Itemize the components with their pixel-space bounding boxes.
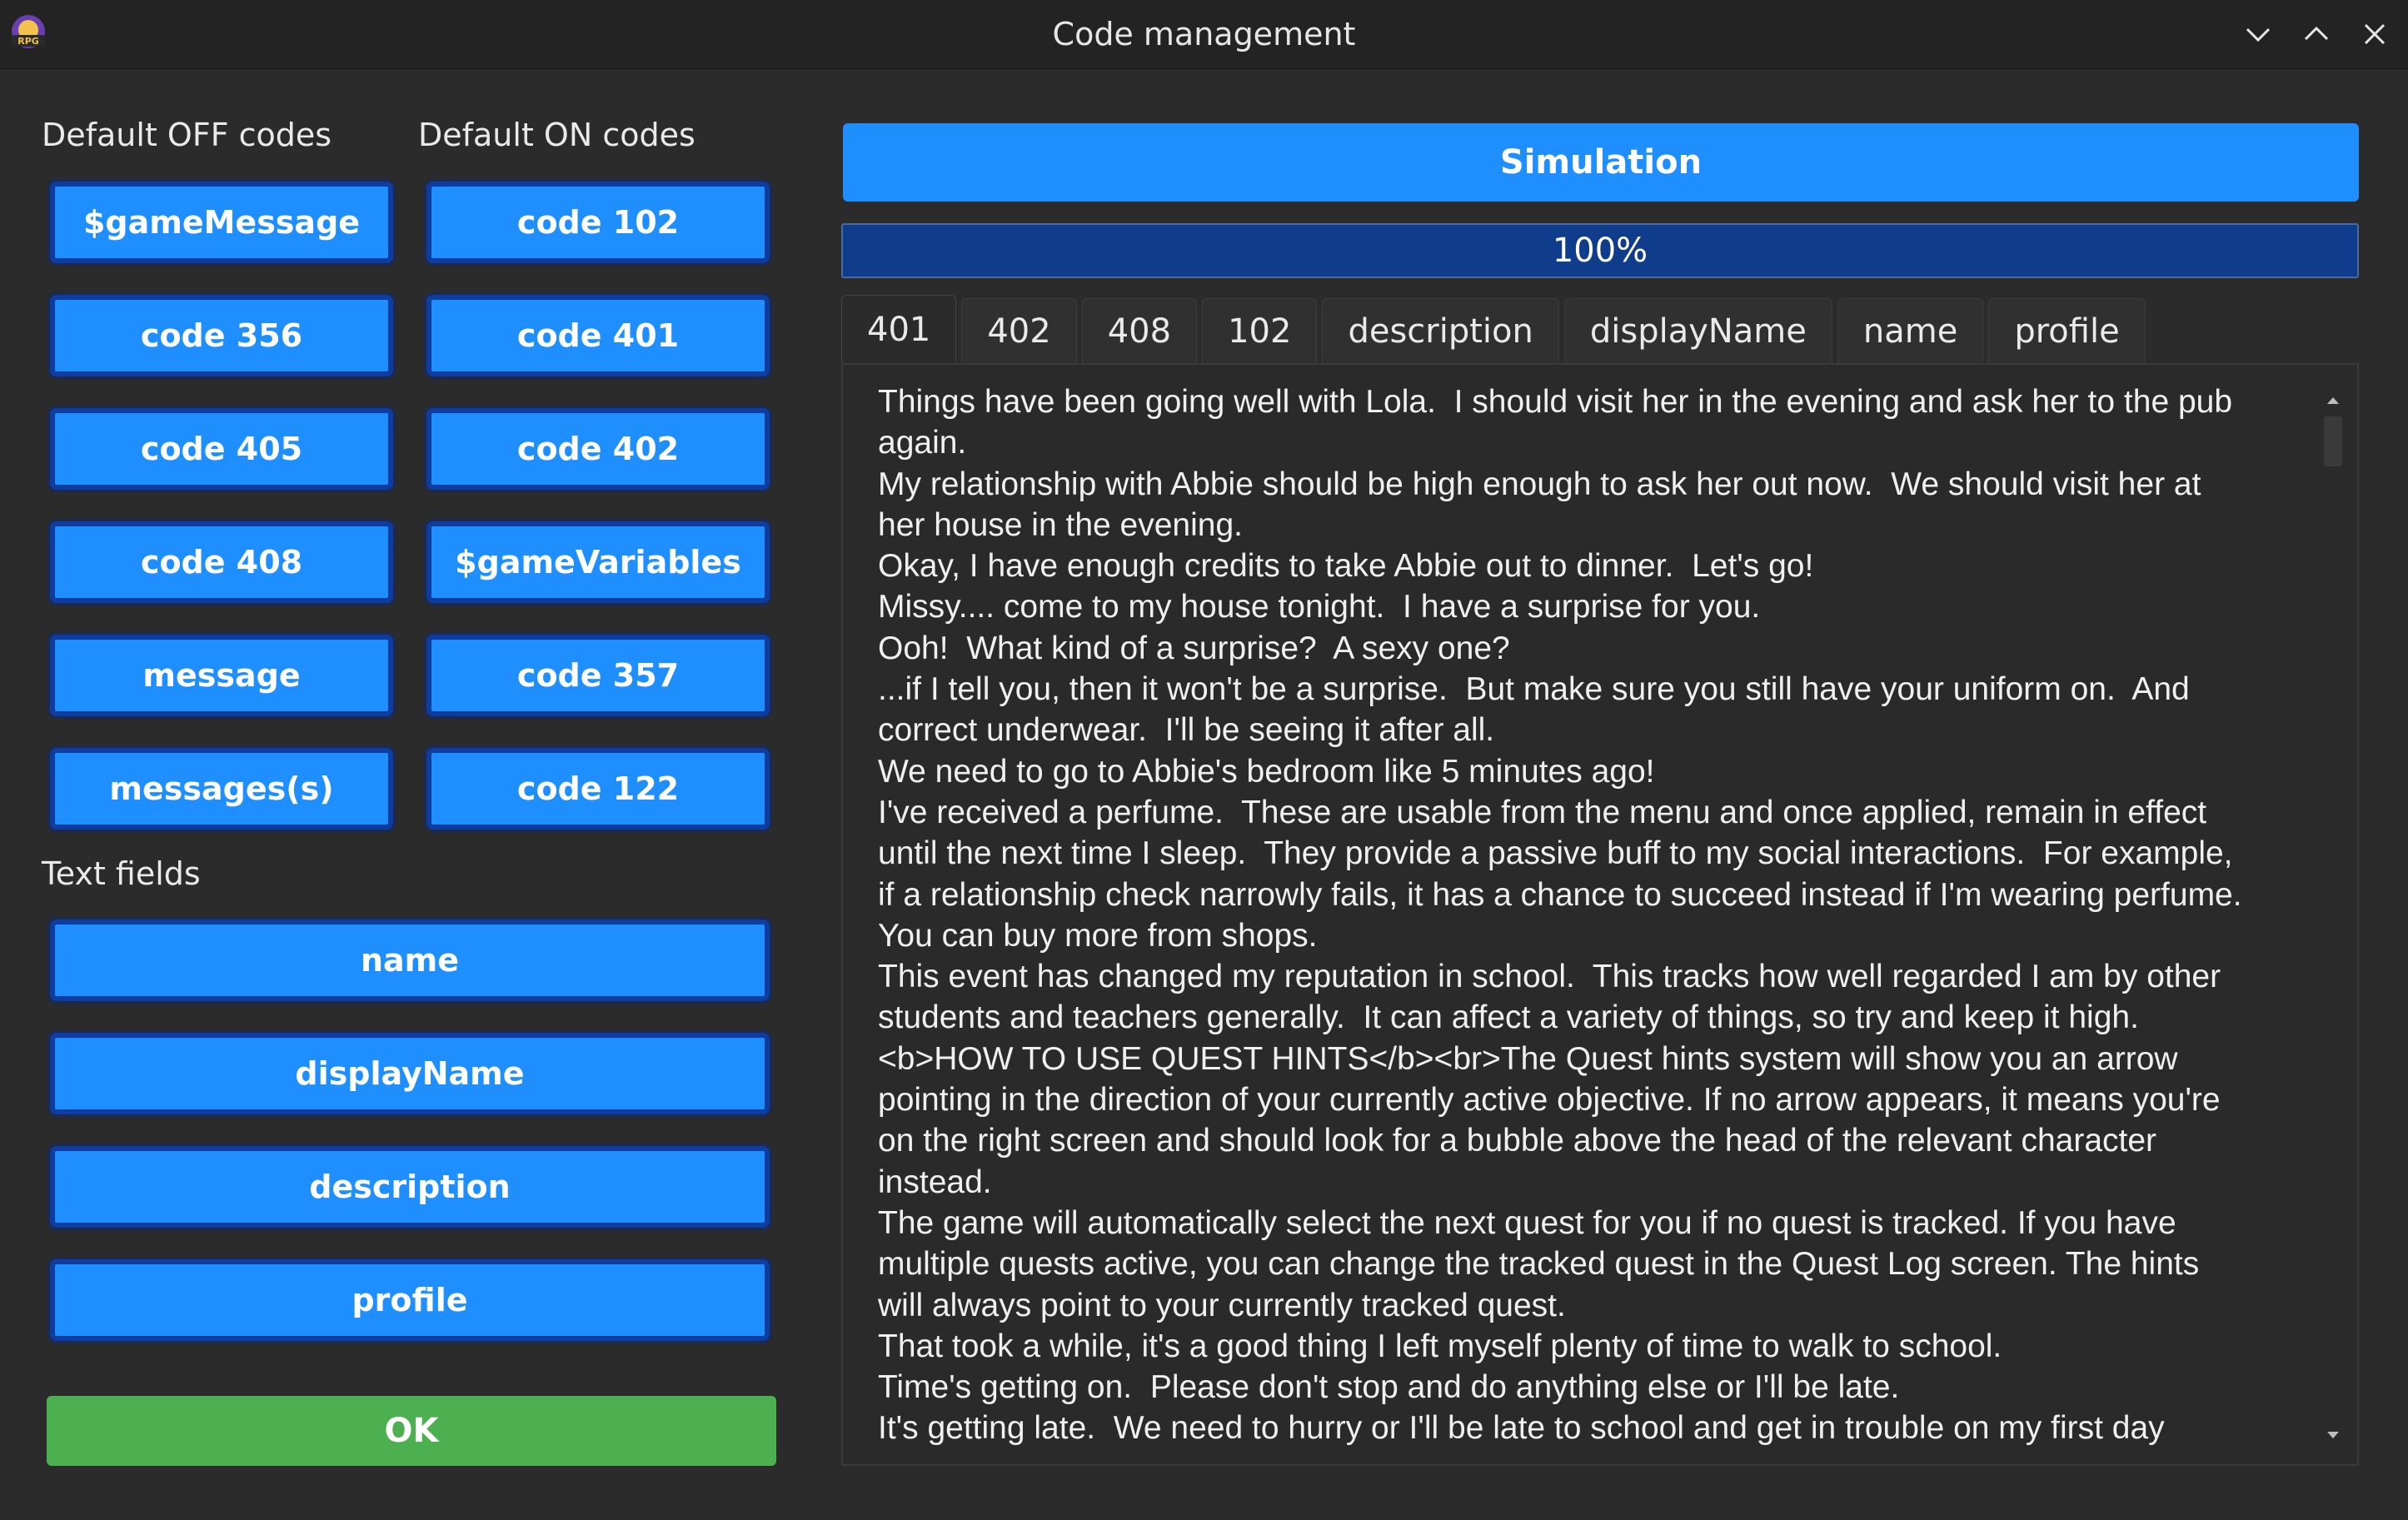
text-output: Things have been going well with Lola. I… bbox=[878, 381, 2294, 1449]
minimize-button[interactable] bbox=[2241, 17, 2276, 52]
tab-408[interactable]: 408 bbox=[1081, 298, 1198, 363]
text-line: correct underwear. I'll be seeing it aft… bbox=[878, 712, 1495, 749]
on-code-button[interactable]: $gameVariables bbox=[426, 521, 770, 603]
on-code-button[interactable]: code 357 bbox=[426, 635, 770, 716]
text-line: I've received a perfume. These are usabl… bbox=[878, 794, 2207, 830]
text-line: multiple quests active, you can change t… bbox=[878, 1246, 2200, 1283]
text-fields-label: Text fields bbox=[42, 855, 201, 892]
text-line: ...if I tell you, then it won't be a sur… bbox=[878, 671, 2190, 708]
text-line: instead. bbox=[878, 1164, 992, 1200]
off-code-button[interactable]: code 356 bbox=[50, 295, 393, 376]
off-code-button[interactable]: messages(s) bbox=[50, 748, 393, 830]
on-code-button[interactable]: code 122 bbox=[426, 748, 770, 830]
simulation-button[interactable]: Simulation bbox=[843, 123, 2359, 202]
text-field-button-profile[interactable]: profile bbox=[50, 1259, 770, 1341]
text-line: Ooh! What kind of a surprise? A sexy one… bbox=[878, 630, 1510, 666]
on-codes-label: Default ON codes bbox=[418, 117, 695, 153]
text-line: The game will automatically select the n… bbox=[878, 1204, 2176, 1241]
progress-text: 100% bbox=[1552, 232, 1648, 270]
text-line: Things have been going well with Lola. I… bbox=[878, 384, 2233, 420]
tab-bar: 401 402 408 102 description displayName name pr… bbox=[841, 295, 2146, 363]
off-code-button[interactable]: code 408 bbox=[50, 521, 393, 603]
text-line: This event has changed my reputation in … bbox=[878, 959, 2221, 995]
text-line: students and teachers generally. It can … bbox=[878, 999, 2139, 1036]
close-icon bbox=[2364, 23, 2386, 45]
off-code-button[interactable]: $gameMessage bbox=[50, 182, 393, 263]
text-field-button-name[interactable]: name bbox=[50, 919, 770, 1001]
scroll-up-button[interactable] bbox=[2321, 388, 2346, 413]
text-line: will always point to your currently trac… bbox=[878, 1287, 1566, 1323]
scroll-thumb[interactable] bbox=[2324, 416, 2342, 466]
off-code-button[interactable]: message bbox=[50, 635, 393, 716]
tab-displayname[interactable]: displayName bbox=[1563, 298, 1832, 363]
chevron-down-icon bbox=[2246, 27, 2271, 42]
tab-name[interactable]: name bbox=[1837, 298, 1984, 363]
text-line: until the next time I sleep. They provid… bbox=[878, 835, 2233, 872]
maximize-button[interactable] bbox=[2299, 17, 2334, 52]
ok-button[interactable]: OK bbox=[47, 1396, 776, 1466]
text-field-button-description[interactable]: description bbox=[50, 1146, 770, 1228]
off-code-button[interactable]: code 405 bbox=[50, 408, 393, 490]
text-output-panel[interactable]: Things have been going well with Lola. I… bbox=[841, 363, 2359, 1466]
window-title: Code management bbox=[1052, 16, 1356, 52]
on-code-button[interactable]: code 402 bbox=[426, 408, 770, 490]
text-line: <b>HOW TO USE QUEST HINTS</b><br>The Que… bbox=[878, 1040, 2178, 1077]
tab-102[interactable]: 102 bbox=[1202, 298, 1318, 363]
tab-description[interactable]: description bbox=[1322, 298, 1559, 363]
scroll-track[interactable] bbox=[2324, 416, 2342, 1416]
title-bar: RPG Code management bbox=[0, 0, 2408, 69]
text-line: if a relationship check narrowly fails, … bbox=[878, 876, 2242, 913]
on-code-button[interactable]: code 102 bbox=[426, 182, 770, 263]
text-line: pointing in the direction of your curren… bbox=[878, 1082, 2221, 1119]
chevron-up-icon bbox=[2304, 26, 2329, 41]
progress-bar: 100% bbox=[841, 223, 2359, 278]
text-line: on the right screen and should look for … bbox=[878, 1123, 2157, 1159]
text-line: Time's getting on. Please don't stop and… bbox=[878, 1369, 1900, 1406]
text-line: her house in the evening. bbox=[878, 506, 1243, 543]
close-button[interactable] bbox=[2357, 17, 2392, 52]
text-line: We need to go to Abbie's bedroom like 5 … bbox=[878, 753, 1655, 790]
text-field-button-displayname[interactable]: displayName bbox=[50, 1033, 770, 1114]
text-line: Missy.... come to my house tonight. I ha… bbox=[878, 589, 1761, 625]
scroll-down-button[interactable] bbox=[2321, 1423, 2346, 1448]
scroll-up-arrow-icon bbox=[2327, 397, 2339, 404]
tab-402[interactable]: 402 bbox=[961, 298, 1077, 363]
text-line: Okay, I have enough credits to take Abbi… bbox=[878, 548, 1814, 585]
tab-profile[interactable]: profile bbox=[1988, 298, 2146, 363]
vertical-scrollbar[interactable] bbox=[2321, 388, 2346, 1448]
text-line: That took a while, it's a good thing I l… bbox=[878, 1328, 2002, 1364]
scroll-down-arrow-icon bbox=[2327, 1432, 2339, 1438]
tab-401[interactable]: 401 bbox=[841, 295, 957, 363]
text-line: It's getting late. We need to hurry or I… bbox=[878, 1410, 2165, 1447]
off-codes-label: Default OFF codes bbox=[42, 117, 332, 153]
on-code-button[interactable]: code 401 bbox=[426, 295, 770, 376]
text-line: My relationship with Abbie should be hig… bbox=[878, 466, 2201, 502]
text-line: again. bbox=[878, 425, 967, 461]
text-line: You can buy more from shops. bbox=[878, 917, 1318, 954]
